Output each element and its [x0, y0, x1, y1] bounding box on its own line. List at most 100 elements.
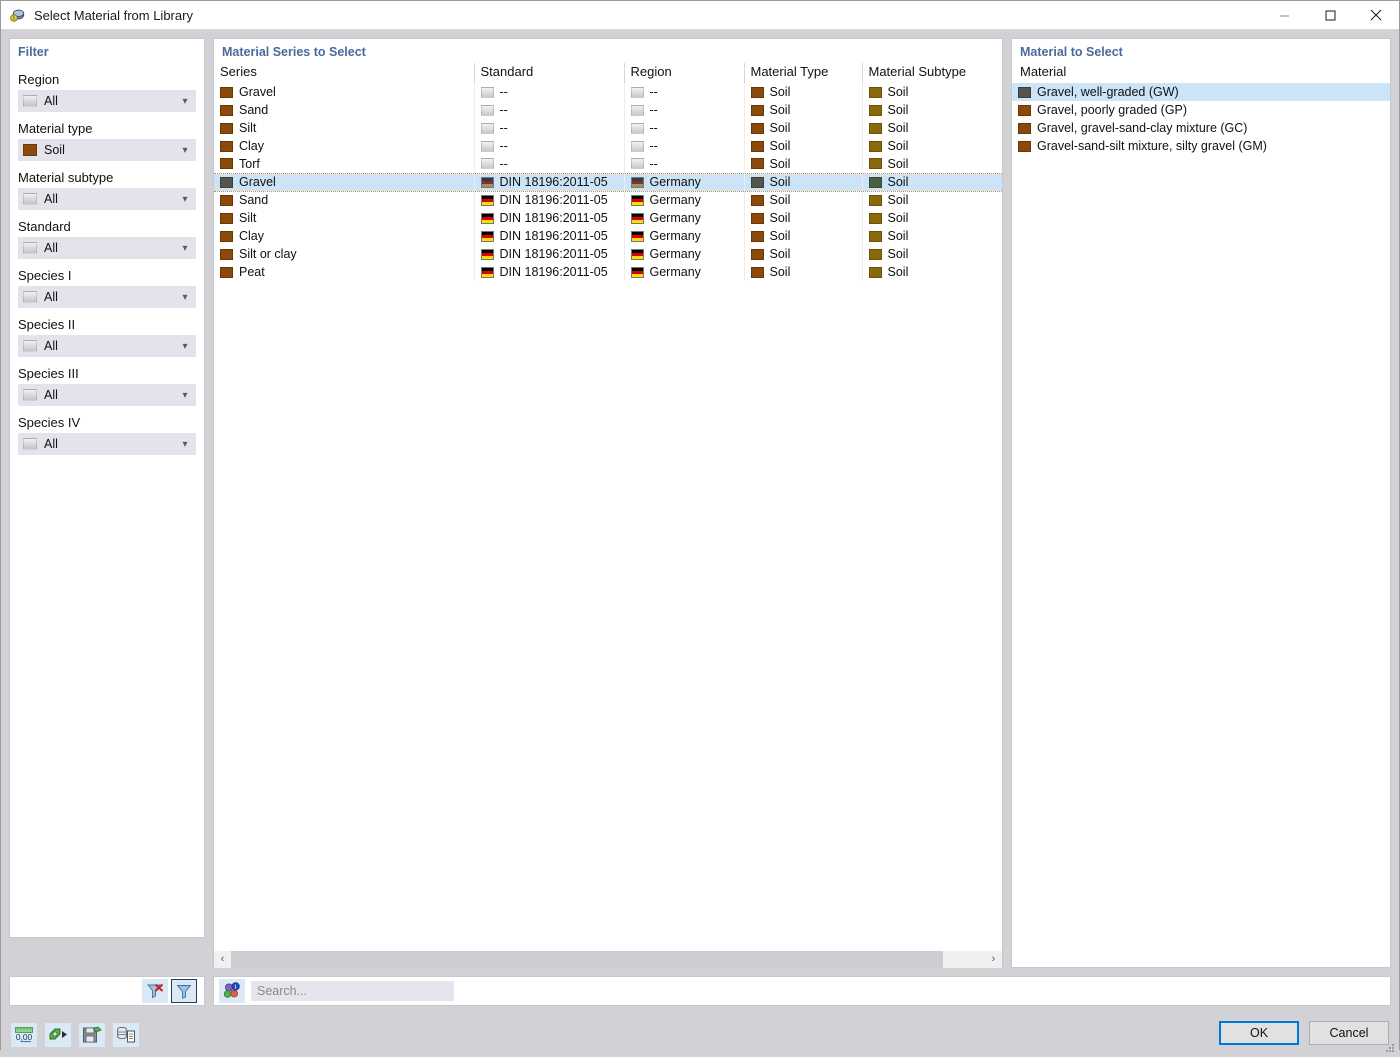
cell-material-subtype-text: Soil	[887, 139, 909, 153]
filter-search-bar: i	[9, 976, 1391, 1006]
search-input[interactable]	[251, 981, 454, 1001]
swatch-icon	[1018, 122, 1031, 134]
swatch-icon	[1018, 140, 1031, 152]
scrollbar-thumb[interactable]	[231, 950, 943, 968]
cell-series: Silt or clay	[214, 245, 475, 263]
column-header-material-type[interactable]: Material Type	[744, 63, 863, 83]
column-header-series[interactable]: Series	[214, 63, 475, 83]
series-table-scroll-area[interactable]: Series Standard Region Material Type Mat…	[214, 63, 1002, 950]
cell-material-subtype: Soil	[862, 191, 1002, 209]
cell-material-subtype-text: Soil	[887, 211, 909, 225]
table-row[interactable]: Torf -- -- Soil Soil	[214, 155, 1002, 173]
scroll-right-arrow-icon[interactable]: ›	[985, 950, 1002, 968]
swatch-icon	[868, 122, 882, 134]
table-row[interactable]: Gravel DIN 18196:2011-05 Germany Soil Soil	[214, 172, 1002, 192]
swatch-icon	[868, 194, 882, 206]
apply-filter-icon[interactable]	[171, 979, 197, 1003]
swatch-icon	[480, 266, 494, 278]
table-row[interactable]: Clay DIN 18196:2011-05 Germany Soil Soil	[214, 227, 1002, 245]
select-material-dialog: 6 Select Material from Library Filter Re…	[0, 0, 1400, 1056]
column-header-material[interactable]: Material	[1012, 63, 1390, 83]
filter-combo-species-4[interactable]: All ▾	[18, 433, 196, 455]
scroll-left-arrow-icon[interactable]: ‹	[214, 950, 231, 968]
cell-material-subtype-text: Soil	[887, 229, 909, 243]
cell-standard: DIN 18196:2011-05	[474, 245, 625, 263]
filter-combo-region[interactable]: All ▾	[18, 90, 196, 112]
cell-material-subtype: Soil	[862, 245, 1002, 263]
cell-material-subtype: Soil	[862, 119, 1002, 137]
cell-material-type-text: Soil	[769, 156, 791, 171]
cell-region: --	[624, 155, 745, 173]
series-table: Series Standard Region Material Type Mat…	[214, 63, 1002, 281]
cell-region: Germany	[624, 227, 745, 245]
list-item[interactable]: Gravel, well-graded (GW)	[1012, 83, 1390, 101]
cell-series-text: Gravel	[239, 85, 276, 99]
cell-region-text: Germany	[649, 193, 701, 208]
swatch-icon	[480, 158, 494, 170]
list-item[interactable]: Gravel-sand-silt mixture, silty gravel (…	[1012, 137, 1390, 155]
dialog-body: Filter Region All ▾ Material type Soil ▾	[1, 30, 1399, 1014]
series-horizontal-scrollbar[interactable]: ‹ ›	[214, 950, 1002, 968]
ok-button[interactable]: OK	[1219, 1021, 1299, 1045]
swatch-icon	[630, 266, 644, 278]
column-header-standard[interactable]: Standard	[474, 63, 625, 83]
swatch-icon	[23, 242, 37, 254]
cell-series: Silt	[214, 119, 475, 137]
filter-combo-species-1[interactable]: All ▾	[18, 286, 196, 308]
filter-panel: Filter Region All ▾ Material type Soil ▾	[9, 38, 205, 938]
cell-material-type-text: Soil	[769, 121, 791, 135]
cell-standard-text: DIN 18196:2011-05	[499, 229, 608, 243]
filter-panel-title: Filter	[18, 45, 49, 59]
cell-region-text: Germany	[649, 175, 701, 189]
cell-material-subtype-text: Soil	[887, 121, 909, 135]
filter-combo-species-2[interactable]: All ▾	[18, 335, 196, 357]
table-row[interactable]: Sand DIN 18196:2011-05 Germany Soil Soil	[214, 191, 1002, 209]
database-document-icon[interactable]	[113, 1023, 139, 1047]
cell-material-type: Soil	[744, 83, 863, 101]
filter-label-material-type: Material type	[18, 121, 93, 136]
maximize-button[interactable]	[1307, 1, 1353, 30]
swatch-icon	[220, 230, 233, 242]
chevron-down-icon: ▾	[182, 95, 188, 107]
cell-standard-text: --	[499, 85, 508, 99]
filter-combo-material-type[interactable]: Soil ▾	[18, 139, 196, 161]
cell-series: Torf	[214, 155, 475, 173]
cell-region-text: --	[649, 103, 658, 117]
minimize-button[interactable]	[1261, 1, 1307, 30]
cell-material-type: Soil	[744, 101, 863, 119]
cancel-button[interactable]: Cancel	[1309, 1021, 1389, 1045]
resize-grip-icon[interactable]	[1384, 1042, 1396, 1054]
table-row[interactable]: Sand -- -- Soil Soil	[214, 101, 1002, 119]
table-row[interactable]: Silt DIN 18196:2011-05 Germany Soil Soil	[214, 209, 1002, 227]
swatch-icon	[220, 212, 233, 224]
filter-value-material-subtype: All	[44, 192, 58, 206]
export-material-icon[interactable]	[45, 1023, 71, 1047]
filter-combo-standard[interactable]: All ▾	[18, 237, 196, 259]
table-row[interactable]: Peat DIN 18196:2011-05 Germany Soil Soil	[214, 263, 1002, 281]
list-item[interactable]: Gravel, gravel-sand-clay mixture (GC)	[1012, 119, 1390, 137]
swatch-icon	[480, 176, 494, 188]
material-list: Gravel, well-graded (GW) Gravel, poorly g…	[1012, 83, 1390, 155]
filter-actions-bar	[9, 976, 205, 1006]
cell-series-text: Silt	[239, 211, 257, 225]
filter-combo-material-subtype[interactable]: All ▾	[18, 188, 196, 210]
column-header-region[interactable]: Region	[624, 63, 745, 83]
decimal-places-icon[interactable]: 0,00	[11, 1023, 37, 1047]
clear-filter-icon[interactable]	[142, 979, 168, 1003]
cell-standard-text: --	[499, 103, 508, 117]
swatch-icon	[23, 389, 37, 401]
table-row[interactable]: Gravel -- -- Soil Soil	[214, 83, 1002, 101]
table-row[interactable]: Silt -- -- Soil Soil	[214, 119, 1002, 137]
scrollbar-track[interactable]	[943, 950, 985, 968]
table-row[interactable]: Clay -- -- Soil Soil	[214, 137, 1002, 155]
list-item[interactable]: Gravel, poorly graded (GP)	[1012, 101, 1390, 119]
search-filter-icon[interactable]: i	[219, 979, 245, 1003]
column-header-material-subtype[interactable]: Material Subtype	[862, 63, 1002, 83]
swatch-icon	[220, 122, 233, 134]
table-row[interactable]: Silt or clay DIN 18196:2011-05 Germany Soil…	[214, 245, 1002, 263]
filter-combo-species-3[interactable]: All ▾	[18, 384, 196, 406]
panes-container: Filter Region All ▾ Material type Soil ▾	[9, 38, 1391, 968]
close-button[interactable]	[1353, 1, 1399, 30]
svg-text:6: 6	[13, 16, 16, 22]
save-material-icon[interactable]	[79, 1023, 105, 1047]
